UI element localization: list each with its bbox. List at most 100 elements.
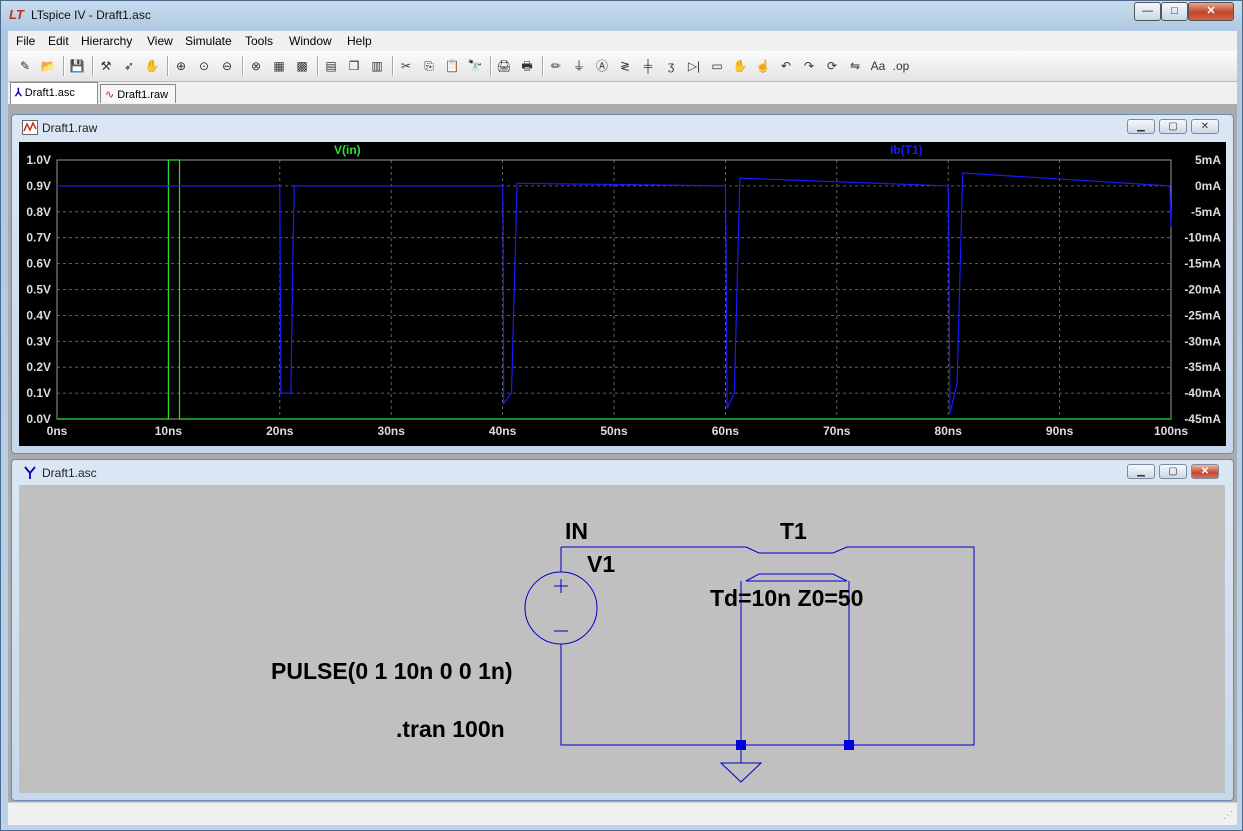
tile-horizontal-icon[interactable]: ▤ — [322, 57, 340, 75]
schematic-close-button[interactable]: ✕ — [1191, 464, 1219, 479]
menu-file[interactable]: File — [16, 34, 35, 48]
mirror-icon[interactable]: ⇋ — [846, 57, 864, 75]
tline-bottom-conductor[interactable] — [745, 573, 848, 582]
tab-draft1-asc[interactable]: ⅄ Draft1.asc — [10, 82, 98, 104]
schematic-drawing[interactable]: IN V1 T1 Td=10n Z0=50 PULSE(0 1 10n 0 0 … — [19, 485, 1225, 793]
wire[interactable] — [847, 546, 975, 746]
component-name-t1[interactable]: T1 — [780, 518, 807, 544]
menu-edit[interactable]: Edit — [48, 34, 69, 48]
tline-top-conductor[interactable] — [745, 546, 848, 554]
save-icon[interactable]: 💾 — [68, 57, 86, 75]
legend-label: V(in) — [334, 143, 361, 157]
waveform-chart[interactable]: 0ns 10ns 20ns 30ns 40ns 50ns 60ns 70ns 80ns 90ns 1… — [19, 142, 1226, 446]
rotate-icon[interactable]: ⟳ — [823, 57, 841, 75]
menu-simulate[interactable]: Simulate — [185, 34, 232, 48]
zoom-extents-icon[interactable]: ⊗ — [247, 57, 265, 75]
menu-hierarchy[interactable]: Hierarchy — [81, 34, 132, 48]
redo-icon[interactable]: ↷ — [800, 57, 818, 75]
print-setup-icon[interactable]: 🖨 — [495, 57, 513, 75]
minimize-button[interactable]: — — [1134, 2, 1161, 21]
maximize-button[interactable]: □ — [1161, 2, 1188, 21]
y-right-tick-label: -15mA — [1184, 257, 1221, 271]
drag-icon[interactable]: ☝ — [754, 57, 772, 75]
autorange-icon[interactable]: ▦ — [270, 57, 288, 75]
diode-icon[interactable]: ▷| — [685, 57, 703, 75]
run-icon[interactable]: ➶ — [120, 57, 138, 75]
y-left-tick-label: 0.5V — [26, 283, 51, 297]
window-title: LTspice IV - Draft1.asc — [31, 8, 151, 22]
waveform-close-button[interactable]: ✕ — [1191, 119, 1219, 134]
schematic-window-title: Draft1.asc — [42, 466, 97, 480]
find-icon[interactable]: 🔭 — [466, 57, 484, 75]
paste-icon[interactable]: 📋 — [443, 57, 461, 75]
x-tick-label: 0ns — [47, 424, 68, 438]
schematic-minimize-button[interactable]: ▁ — [1127, 464, 1155, 479]
v1-value[interactable]: PULSE(0 1 10n 0 0 1n) — [271, 658, 513, 684]
label-icon[interactable]: Ⓐ — [593, 57, 611, 75]
ground-icon[interactable] — [719, 745, 763, 783]
new-schematic-icon[interactable]: ✎ — [16, 57, 34, 75]
y-right-tick-label: -40mA — [1184, 386, 1221, 400]
tab-label: Draft1.asc — [24, 87, 75, 99]
waveform-minimize-button[interactable]: ▁ — [1127, 119, 1155, 134]
move-icon[interactable]: ✋ — [731, 57, 749, 75]
spice-directive-icon[interactable]: .op — [892, 57, 910, 75]
y-left-tick-label: 0.6V — [26, 257, 51, 271]
halt-icon[interactable]: ✋ — [143, 57, 161, 75]
schematic-maximize-button[interactable]: ▢ — [1159, 464, 1187, 479]
toolbar-separator — [63, 56, 65, 76]
toolbar-separator — [92, 56, 94, 76]
grid-icon[interactable]: ▩ — [293, 57, 311, 75]
close-button[interactable]: ✕ — [1188, 2, 1234, 21]
undo-icon[interactable]: ↶ — [777, 57, 795, 75]
y-left-tick-label: 0.8V — [26, 205, 51, 219]
capacitor-icon[interactable]: ╪ — [639, 57, 657, 75]
wire[interactable] — [560, 644, 741, 746]
tile-vertical-icon[interactable]: ▥ — [368, 57, 386, 75]
wire-icon[interactable]: ✏ — [547, 57, 565, 75]
title-bar[interactable]: LT LTspice IV - Draft1.asc — □ ✕ — [1, 1, 1242, 29]
ground-icon[interactable]: ⏚ — [570, 57, 588, 75]
y-right-tick-label: -35mA — [1184, 360, 1221, 374]
component-name-v1[interactable]: V1 — [587, 551, 615, 577]
waveform-window-title: Draft1.raw — [42, 121, 98, 135]
toolbar-separator — [317, 56, 319, 76]
waveform-plot[interactable]: 0ns 10ns 20ns 30ns 40ns 50ns 60ns 70ns 80ns 90ns 1… — [19, 142, 1226, 446]
y-right-tick-label: -30mA — [1184, 334, 1221, 348]
copy-icon[interactable]: ⎘ — [420, 57, 438, 75]
spice-directive[interactable]: .tran 100n — [396, 716, 505, 742]
x-tick-label: 30ns — [378, 424, 406, 438]
waveform-maximize-button[interactable]: ▢ — [1159, 119, 1187, 134]
menu-window[interactable]: Window — [289, 34, 332, 48]
menu-tools[interactable]: Tools — [245, 34, 273, 48]
x-tick-label: 40ns — [489, 424, 517, 438]
y-right-tick-label: 5mA — [1195, 153, 1221, 167]
x-tick-label: 60ns — [712, 424, 740, 438]
legend-label: Ib(T1) — [890, 143, 923, 157]
resize-grip-icon[interactable]: ⋰ — [1223, 811, 1235, 823]
print-icon[interactable]: 🖶 — [518, 57, 536, 75]
zoom-full-icon[interactable]: ⊙ — [195, 57, 213, 75]
component-icon[interactable]: ▭ — [708, 57, 726, 75]
tab-bar: ⅄ Draft1.asc ∿ Draft1.raw — [8, 82, 1237, 104]
cut-icon[interactable]: ✂ — [397, 57, 415, 75]
open-icon[interactable]: 📂 — [39, 57, 57, 75]
resistor-icon[interactable]: ≷ — [616, 57, 634, 75]
zoom-in-icon[interactable]: ⊕ — [172, 57, 190, 75]
control-panel-icon[interactable]: ⚒ — [97, 57, 115, 75]
cascade-icon[interactable]: ❐ — [345, 57, 363, 75]
schematic-canvas[interactable]: IN V1 T1 Td=10n Z0=50 PULSE(0 1 10n 0 0 … — [19, 485, 1225, 793]
y-right-tick-label: -10mA — [1184, 231, 1221, 245]
junction-dot — [844, 740, 854, 750]
text-icon[interactable]: Aa — [869, 57, 887, 75]
tab-draft1-raw[interactable]: ∿ Draft1.raw — [100, 84, 176, 103]
zoom-out-icon[interactable]: ⊖ — [218, 57, 236, 75]
t1-parameters[interactable]: Td=10n Z0=50 — [710, 585, 863, 611]
menu-help[interactable]: Help — [347, 34, 372, 48]
inductor-icon[interactable]: ʒ — [662, 57, 680, 75]
menu-view[interactable]: View — [147, 34, 173, 48]
net-label-in[interactable]: IN — [565, 518, 588, 544]
ltspice-logo-icon: LT — [9, 7, 24, 22]
schematic-icon: ⅄ — [15, 87, 22, 99]
x-tick-label: 100ns — [1154, 424, 1188, 438]
